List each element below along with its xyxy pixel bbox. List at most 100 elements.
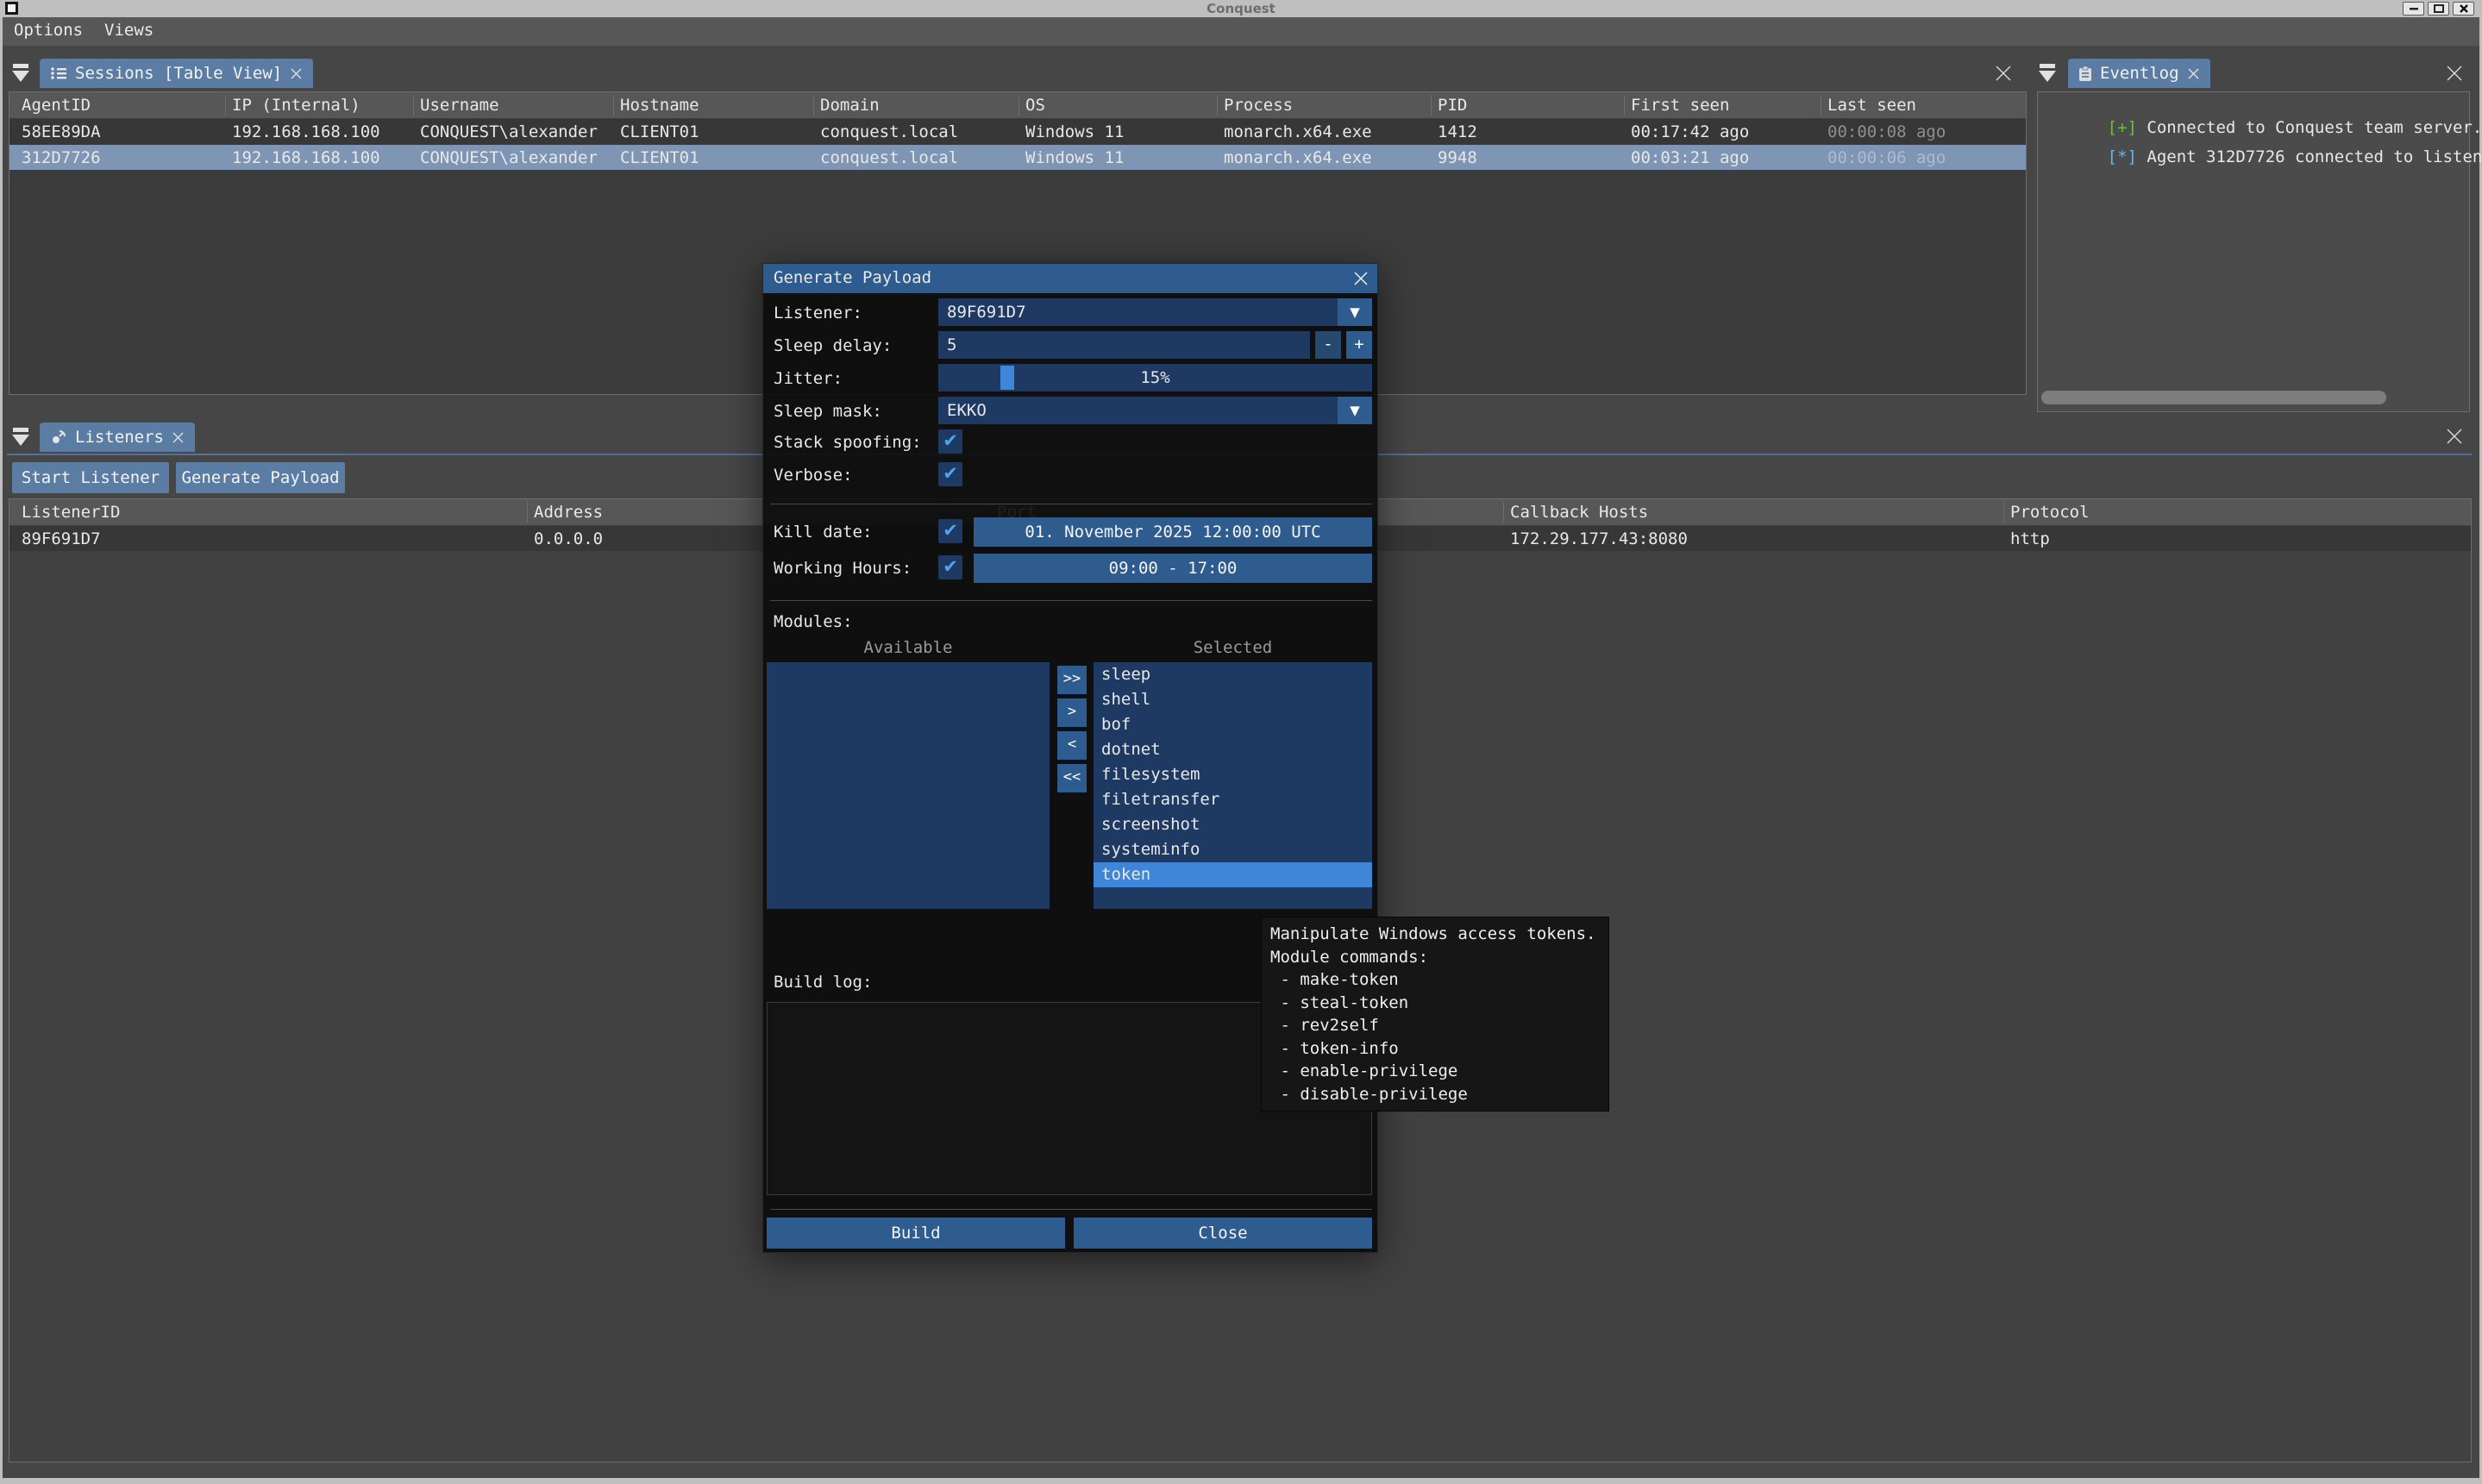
tooltip-line: - enable-privilege xyxy=(1270,1060,1600,1083)
tooltip-line: - rev2self xyxy=(1270,1014,1600,1037)
move-all-right-button[interactable]: >> xyxy=(1057,666,1087,694)
tab-listeners[interactable]: Listeners xyxy=(40,423,195,452)
col-os[interactable]: OS xyxy=(1025,96,1045,115)
col-domain[interactable]: Domain xyxy=(820,96,880,115)
check-icon: ✔ xyxy=(943,520,958,541)
tab-listeners-close-icon[interactable] xyxy=(172,431,185,444)
move-all-left-button[interactable]: << xyxy=(1057,764,1087,792)
tooltip-line: - make-token xyxy=(1270,968,1600,992)
selected-modules-list[interactable]: sleep shell bof dotnet filesystem filetr… xyxy=(1094,662,1372,909)
col-hostname[interactable]: Hostname xyxy=(620,96,699,115)
module-item[interactable]: dotnet xyxy=(1094,737,1372,762)
col-listenerid[interactable]: ListenerID xyxy=(22,503,120,522)
col-process[interactable]: Process xyxy=(1224,96,1293,115)
col-address[interactable]: Address xyxy=(534,503,603,522)
sleep-delay-input[interactable]: 5 xyxy=(938,331,1310,359)
event-prefix: [*] xyxy=(2108,147,2137,166)
move-right-button[interactable]: > xyxy=(1057,698,1087,727)
window-title: Conquest xyxy=(0,1,2482,16)
col-ip[interactable]: IP (Internal) xyxy=(232,96,360,115)
working-hours-label: Working Hours: xyxy=(774,559,912,578)
verbose-checkbox[interactable]: ✔ xyxy=(938,462,962,486)
module-item[interactable]: bof xyxy=(1094,712,1372,737)
kill-date-button[interactable]: 01. November 2025 12:00:00 UTC xyxy=(974,517,1372,547)
os-titlebar[interactable]: Conquest xyxy=(0,0,2482,17)
jitter-label: Jitter: xyxy=(774,369,843,388)
tab-eventlog-label: Eventlog xyxy=(2100,64,2179,83)
move-left-button[interactable]: < xyxy=(1057,731,1087,760)
tooltip-line: - steal-token xyxy=(1270,992,1600,1015)
decrement-button[interactable]: - xyxy=(1315,331,1341,359)
minimize-button[interactable] xyxy=(2403,2,2424,16)
module-item-highlighted[interactable]: token xyxy=(1094,862,1372,887)
tab-eventlog-close-icon[interactable] xyxy=(2187,67,2200,80)
working-hours-button[interactable]: 09:00 - 17:00 xyxy=(974,554,1372,583)
dock-menu-icon[interactable] xyxy=(12,428,31,447)
build-button[interactable]: Build xyxy=(767,1218,1065,1249)
modules-label: Modules: xyxy=(774,612,853,631)
increment-button[interactable]: + xyxy=(1346,331,1372,359)
separator xyxy=(770,600,1372,601)
eventlog-line: [*] Agent 312D7726 connected to listener xyxy=(2048,128,2482,185)
dock-menu-icon[interactable] xyxy=(2039,64,2058,83)
module-item[interactable]: systeminfo xyxy=(1094,837,1372,862)
sessions-panel-close-icon[interactable] xyxy=(1995,65,2012,82)
sleep-mask-select[interactable]: EKKO ▼ xyxy=(938,397,1372,424)
listeners-panel-close-icon[interactable] xyxy=(2446,428,2463,445)
module-item[interactable]: filesystem xyxy=(1094,762,1372,787)
chevron-down-icon[interactable]: ▼ xyxy=(1338,397,1372,424)
col-pid[interactable]: PID xyxy=(1438,96,1467,115)
tooltip-line: Module commands: xyxy=(1270,946,1600,969)
close-window-button[interactable] xyxy=(2453,2,2474,16)
session-row[interactable]: 58EE89DA 192.168.168.100 CONQUEST\alexan… xyxy=(9,119,2026,144)
module-item[interactable]: screenshot xyxy=(1094,812,1372,837)
tab-sessions[interactable]: Sessions [Table View] xyxy=(40,59,313,88)
col-agentid[interactable]: AgentID xyxy=(22,96,91,115)
col-last-seen[interactable]: Last seen xyxy=(1827,96,1916,115)
stack-spoofing-label: Stack spoofing: xyxy=(774,433,922,452)
tab-sessions-close-icon[interactable] xyxy=(290,67,303,80)
col-callback-hosts[interactable]: Callback Hosts xyxy=(1510,503,1648,522)
listener-signal-icon xyxy=(50,429,67,446)
jitter-slider[interactable]: 15% xyxy=(938,364,1372,391)
dialog-title: Generate Payload xyxy=(774,268,931,287)
available-modules-list[interactable] xyxy=(767,662,1050,909)
jitter-value: 15% xyxy=(938,368,1372,387)
clipboard-icon xyxy=(2078,66,2092,82)
stack-spoofing-checkbox[interactable]: ✔ xyxy=(938,429,962,454)
menu-views[interactable]: Views xyxy=(104,21,154,40)
col-first-seen[interactable]: First seen xyxy=(1631,96,1729,115)
check-icon: ✔ xyxy=(943,430,958,451)
tab-sessions-label: Sessions [Table View] xyxy=(75,64,282,83)
chevron-down-icon[interactable]: ▼ xyxy=(1338,298,1372,326)
check-icon: ✔ xyxy=(943,463,958,484)
horizontal-scrollbar[interactable] xyxy=(2041,391,2386,404)
maximize-button[interactable] xyxy=(2428,2,2449,16)
sessions-table-header[interactable]: AgentID IP (Internal) Username Hostname … xyxy=(9,92,2026,118)
close-button[interactable]: Close xyxy=(1074,1218,1372,1249)
module-item[interactable]: filetransfer xyxy=(1094,787,1372,812)
module-item[interactable]: sleep xyxy=(1094,662,1372,687)
tab-eventlog[interactable]: Eventlog xyxy=(2068,59,2210,88)
working-hours-checkbox[interactable]: ✔ xyxy=(938,555,962,579)
sleep-mask-label: Sleep mask: xyxy=(774,402,882,421)
col-protocol[interactable]: Protocol xyxy=(2010,503,2090,522)
module-item[interactable]: shell xyxy=(1094,687,1372,712)
dock-menu-icon[interactable] xyxy=(12,64,31,83)
separator xyxy=(770,1209,1372,1210)
listener-label: Listener: xyxy=(774,304,862,322)
dialog-titlebar[interactable]: Generate Payload xyxy=(763,264,1377,293)
listener-select[interactable]: 89F691D7 ▼ xyxy=(938,298,1372,326)
kill-date-checkbox[interactable]: ✔ xyxy=(938,519,962,543)
list-icon xyxy=(50,66,67,81)
selected-header: Selected xyxy=(1094,638,1372,657)
col-username[interactable]: Username xyxy=(420,96,499,115)
eventlog-panel-close-icon[interactable] xyxy=(2446,65,2463,82)
menu-options[interactable]: Options xyxy=(14,21,83,40)
start-listener-button[interactable]: Start Listener xyxy=(12,462,169,493)
dialog-close-icon[interactable] xyxy=(1353,271,1369,286)
available-header: Available xyxy=(767,638,1050,657)
generate-payload-button[interactable]: Generate Payload xyxy=(176,462,345,493)
eventlog-content[interactable]: [+] Connected to Conquest team server. [… xyxy=(2037,91,2470,412)
session-row-selected[interactable]: 312D7726 192.168.168.100 CONQUEST\alexan… xyxy=(9,145,2026,170)
